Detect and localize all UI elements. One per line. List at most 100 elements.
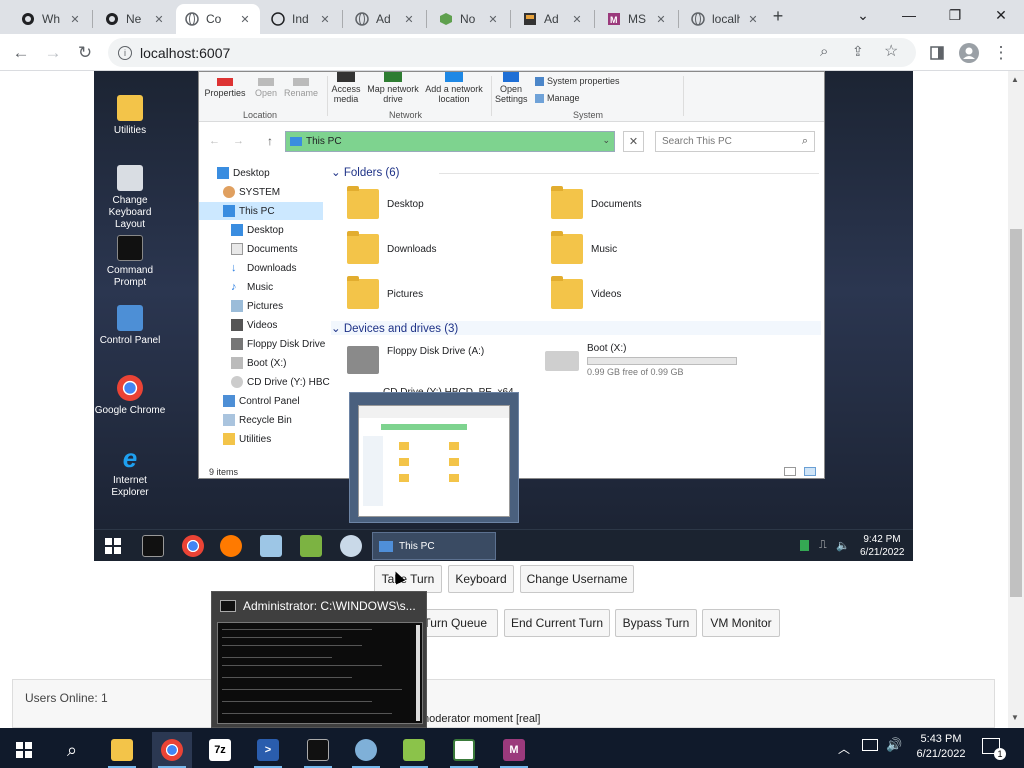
network-app-taskbar-button[interactable] [346, 732, 386, 768]
search-icon[interactable]: ⌕ [52, 732, 92, 768]
volume-icon[interactable]: 🔊 [886, 737, 902, 753]
desktop-icon-utilities[interactable]: Utilities [94, 95, 166, 137]
close-tab-icon[interactable]: ✕ [318, 13, 332, 26]
vm-start-icon[interactable] [102, 535, 124, 557]
folder-documents[interactable]: Documents [551, 186, 642, 219]
vm-cmd-taskbar-icon[interactable] [142, 535, 164, 557]
nav-item-documents[interactable]: Documents [231, 240, 298, 258]
refresh-clear-icon[interactable]: ✕ [623, 131, 644, 152]
nav-item-utilities[interactable]: Utilities [223, 430, 271, 448]
nav-item-pictures[interactable]: Pictures [231, 297, 283, 315]
notepadpp-taskbar-button[interactable] [394, 732, 434, 768]
desktop-icon-chrome[interactable]: Google Chrome [94, 375, 166, 417]
powershell-taskbar-button[interactable]: > [248, 732, 288, 768]
address-bar[interactable]: i localhost:6007 ⌕ ⇪ ☆ [108, 38, 916, 67]
nav-item-control-panel[interactable]: Control Panel [223, 392, 300, 410]
vm-chrome-taskbar-icon[interactable] [182, 535, 204, 557]
nav-item-boot[interactable]: Boot (X:) [231, 354, 286, 372]
folder-downloads[interactable]: Downloads [347, 231, 436, 264]
close-window-button[interactable]: ✕ [978, 0, 1024, 30]
nav-item-this-pc[interactable]: This PC [199, 202, 323, 220]
vm-notepadpp-taskbar-icon[interactable] [300, 535, 322, 557]
manage-button[interactable]: Manage [535, 93, 580, 103]
vm-monitor-button[interactable]: VM Monitor [702, 609, 780, 637]
close-tab-icon[interactable]: ✕ [486, 13, 500, 26]
scrollbar-thumb[interactable] [1010, 229, 1022, 597]
msys-taskbar-button[interactable]: M [494, 732, 534, 768]
vm-tray-icon[interactable] [800, 540, 809, 551]
forward-icon[interactable]: → [40, 40, 66, 66]
bypass-turn-button[interactable]: Bypass Turn [615, 609, 697, 637]
vm-clock[interactable]: 9:42 PM 6/21/2022 [860, 533, 905, 559]
change-username-button[interactable]: Change Username [520, 565, 634, 593]
share-icon[interactable]: ⇪ [852, 43, 864, 60]
show-hidden-icons-icon[interactable]: ︿ [838, 740, 850, 757]
properties-button[interactable]: Properties [203, 78, 247, 98]
nav-item-floppy[interactable]: Floppy Disk Drive [231, 335, 325, 353]
nav-item-music[interactable]: ♪ Music [231, 278, 273, 296]
browser-tab[interactable]: No ✕ [430, 4, 508, 34]
vm-taskbar-thumbnail[interactable] [349, 392, 519, 523]
file-explorer-taskbar-button[interactable] [102, 732, 142, 768]
desktop-icon-cmd[interactable]: Command Prompt [94, 235, 166, 289]
spreadsheet-taskbar-button[interactable] [444, 732, 484, 768]
zoom-icon[interactable]: ⌕ [820, 43, 828, 60]
folder-pictures[interactable]: Pictures [347, 276, 423, 309]
desktop-icon-ie[interactable]: e Internet Explorer [94, 445, 166, 499]
scroll-up-icon[interactable]: ▲ [1011, 75, 1019, 84]
explorer-address-bar[interactable]: This PC ⌄ [285, 131, 615, 152]
vm-screen[interactable]: Utilities Change Keyboard Layout Command… [94, 71, 913, 561]
forward-arrow-icon[interactable]: → [233, 135, 244, 147]
nav-item-system[interactable]: SYSTEM [223, 183, 280, 201]
desktop-icon-control-panel[interactable]: Control Panel [94, 305, 166, 347]
vm-usb-icon[interactable]: ⎍ [819, 539, 827, 552]
drive-floppy[interactable]: Floppy Disk Drive (A:) [347, 346, 484, 374]
nav-item-videos[interactable]: Videos [231, 316, 277, 334]
vm-firefox-taskbar-icon[interactable] [220, 535, 242, 557]
close-tab-icon[interactable]: ✕ [238, 13, 252, 26]
browser-tab[interactable]: Ad ✕ [514, 4, 592, 34]
vm-volume-icon[interactable]: 🔈 [836, 539, 850, 552]
chrome-taskbar-button[interactable] [152, 732, 192, 768]
close-tab-icon[interactable]: ✕ [570, 13, 584, 26]
drive-boot[interactable]: Boot (X:) 0.99 GB free of 0.99 GB [545, 343, 737, 377]
nav-item-desktop[interactable]: Desktop [217, 164, 270, 182]
scroll-down-icon[interactable]: ▼ [1011, 713, 1019, 722]
cmd-taskbar-button[interactable] [298, 732, 338, 768]
map-network-drive-button[interactable]: Map network drive [365, 72, 421, 104]
restore-button[interactable]: ❐ [932, 0, 978, 30]
browser-tab[interactable]: M MS ✕ [598, 4, 676, 34]
large-icons-view-icon[interactable] [804, 467, 816, 476]
take-turn-button[interactable]: Take Turn [374, 565, 442, 593]
nav-item-recycle-bin[interactable]: Recycle Bin [223, 411, 292, 429]
new-tab-button[interactable]: + [768, 6, 788, 28]
browser-tab[interactable]: Wh ✕ [12, 4, 90, 34]
reload-icon[interactable]: ↻ [72, 40, 98, 66]
vm-app-taskbar-icon[interactable] [260, 535, 282, 557]
url-text[interactable]: localhost:6007 [140, 45, 230, 61]
nav-item-cd-drive[interactable]: CD Drive (Y:) HBC [231, 373, 330, 391]
back-arrow-icon[interactable]: ← [209, 135, 220, 147]
folder-music[interactable]: Music [551, 231, 617, 264]
system-properties-button[interactable]: System properties [535, 76, 620, 86]
close-tab-icon[interactable]: ✕ [68, 13, 82, 26]
minimize-button[interactable]: — [886, 0, 932, 30]
start-button[interactable] [4, 732, 44, 768]
add-network-location-button[interactable]: Add a network location [423, 72, 485, 104]
side-panel-icon[interactable] [924, 40, 950, 66]
network-icon[interactable] [862, 739, 878, 751]
explorer-search-input[interactable]: Search This PC ⌕ [655, 131, 815, 152]
close-tab-icon[interactable]: ✕ [152, 13, 166, 26]
nav-item-desktop-2[interactable]: Desktop [231, 221, 284, 239]
keyboard-button[interactable]: Keyboard [448, 565, 514, 593]
system-clock[interactable]: 5:43 PM 6/21/2022 [912, 732, 970, 762]
7zip-taskbar-button[interactable]: 7z [200, 732, 240, 768]
close-tab-icon[interactable]: ✕ [402, 13, 416, 26]
folder-desktop[interactable]: Desktop [347, 186, 424, 219]
up-arrow-icon[interactable]: ↑ [267, 134, 273, 148]
folder-videos[interactable]: Videos [551, 276, 621, 309]
vm-taskbar-explorer-button[interactable]: This PC [372, 532, 496, 560]
devices-section-header[interactable]: ⌄ Devices and drives (3) [331, 321, 821, 335]
end-current-turn-button[interactable]: End Current Turn [504, 609, 610, 637]
rename-button[interactable]: Rename [283, 78, 319, 98]
